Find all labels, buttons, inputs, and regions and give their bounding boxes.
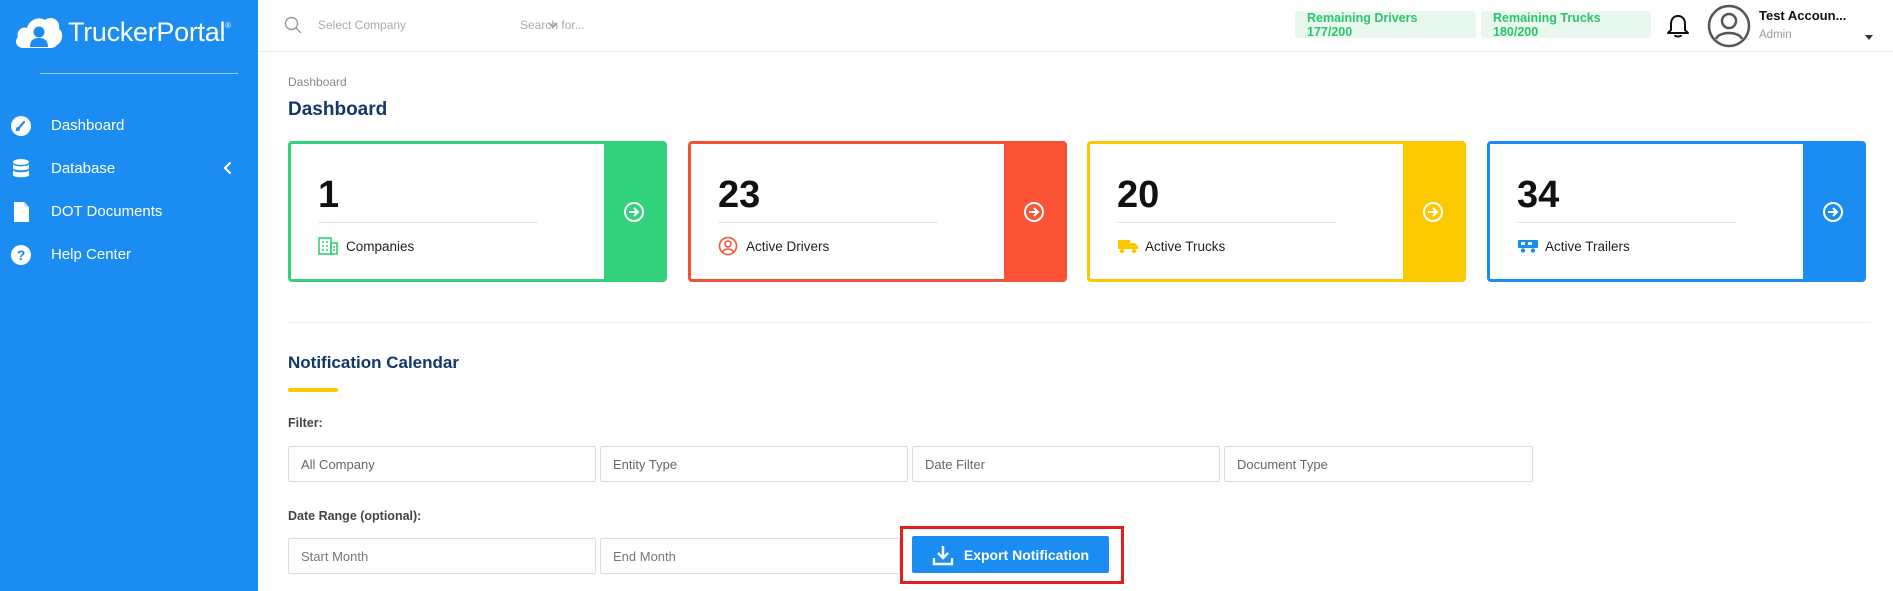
trailer-icon — [1517, 236, 1539, 256]
help-icon: ? — [10, 244, 32, 266]
building-icon — [318, 236, 340, 256]
truck-icon — [1117, 236, 1139, 256]
remaining-drivers-badge: Remaining Drivers 177/200 — [1295, 11, 1476, 39]
sidebar-item-dot-documents[interactable]: DOT Documents — [0, 190, 258, 233]
logo[interactable]: TruckerPortal® — [14, 12, 231, 52]
document-type-filter[interactable]: Document Type — [1224, 446, 1533, 482]
card-label: Active Drivers — [718, 236, 829, 256]
user-name[interactable]: Test Accoun... — [1759, 8, 1846, 23]
sidebar-item-label: DOT Documents — [51, 203, 163, 220]
breadcrumb[interactable]: Dashboard — [288, 75, 347, 89]
sidebar: TruckerPortal® Dashboard Database DOT Do… — [0, 0, 258, 591]
sidebar-item-help-center[interactable]: ? Help Center — [0, 233, 258, 276]
arrow-circle-right-icon — [1823, 201, 1843, 222]
search-input[interactable] — [520, 14, 820, 36]
active-drivers-card[interactable]: 23 Active Drivers — [688, 141, 1067, 282]
card-divider — [1517, 222, 1737, 223]
filter-label: Filter: — [288, 416, 323, 430]
card-value: 23 — [718, 174, 761, 216]
page-title: Dashboard — [288, 99, 388, 120]
section-divider — [288, 322, 1870, 323]
document-icon — [10, 201, 32, 223]
sidebar-item-dashboard[interactable]: Dashboard — [0, 104, 258, 147]
card-arrow-button[interactable] — [604, 144, 664, 279]
date-filter[interactable]: Date Filter — [912, 446, 1220, 482]
svg-text:?: ? — [17, 247, 26, 263]
user-role: Admin — [1759, 29, 1792, 41]
card-label: Companies — [318, 236, 414, 256]
bell-icon[interactable] — [1665, 13, 1691, 39]
topbar: Select Company Remaining Drivers 177/200… — [258, 0, 1893, 52]
companies-card[interactable]: 1 Companies — [288, 141, 667, 282]
arrow-circle-right-icon — [624, 201, 644, 222]
database-icon — [10, 158, 32, 180]
caret-down-icon[interactable] — [1863, 32, 1875, 42]
card-value: 1 — [318, 174, 340, 216]
download-icon — [932, 545, 954, 565]
sidebar-item-label: Database — [51, 160, 116, 177]
chevron-left-icon[interactable] — [220, 160, 236, 176]
cloud-user-logo-icon — [16, 18, 63, 48]
card-arrow-button[interactable] — [1403, 144, 1463, 279]
date-range-label: Date Range (optional): — [288, 509, 422, 523]
start-month-field[interactable]: Start Month — [288, 538, 596, 574]
remaining-trucks-badge: Remaining Trucks 180/200 — [1481, 11, 1651, 39]
search-icon — [284, 16, 302, 34]
card-divider — [318, 222, 538, 223]
notification-calendar-title: Notification Calendar — [288, 353, 459, 372]
sidebar-nav: Dashboard Database DOT Documents ? Help … — [0, 104, 258, 276]
title-underline — [288, 388, 338, 392]
sidebar-item-database[interactable]: Database — [0, 147, 258, 190]
card-value: 20 — [1117, 174, 1160, 216]
end-month-field[interactable]: End Month — [600, 538, 900, 574]
avatar[interactable] — [1707, 4, 1751, 48]
user-circle-icon — [718, 236, 740, 256]
card-divider — [718, 222, 938, 223]
card-arrow-button[interactable] — [1004, 144, 1064, 279]
card-divider — [1117, 222, 1337, 223]
gauge-icon — [10, 115, 32, 137]
brand-name: TruckerPortal® — [68, 16, 231, 47]
sidebar-divider — [40, 73, 238, 74]
company-filter[interactable]: All Company — [288, 446, 596, 482]
card-value: 34 — [1517, 174, 1560, 216]
sidebar-item-label: Dashboard — [51, 117, 125, 134]
active-trucks-card[interactable]: 20 Active Trucks — [1087, 141, 1466, 282]
entity-type-filter[interactable]: Entity Type — [600, 446, 908, 482]
arrow-circle-right-icon — [1024, 201, 1044, 222]
export-label: Export Notification — [963, 546, 1090, 563]
sidebar-item-label: Help Center — [51, 246, 132, 263]
card-label: Active Trucks — [1117, 236, 1225, 256]
card-arrow-button[interactable] — [1803, 144, 1863, 279]
active-trailers-card[interactable]: 34 Active Trailers — [1487, 141, 1866, 282]
card-label: Active Trailers — [1517, 236, 1630, 256]
arrow-circle-right-icon — [1423, 201, 1443, 222]
export-notification-button[interactable]: Export Notification — [912, 536, 1109, 573]
company-select-placeholder: Select Company — [318, 18, 407, 32]
